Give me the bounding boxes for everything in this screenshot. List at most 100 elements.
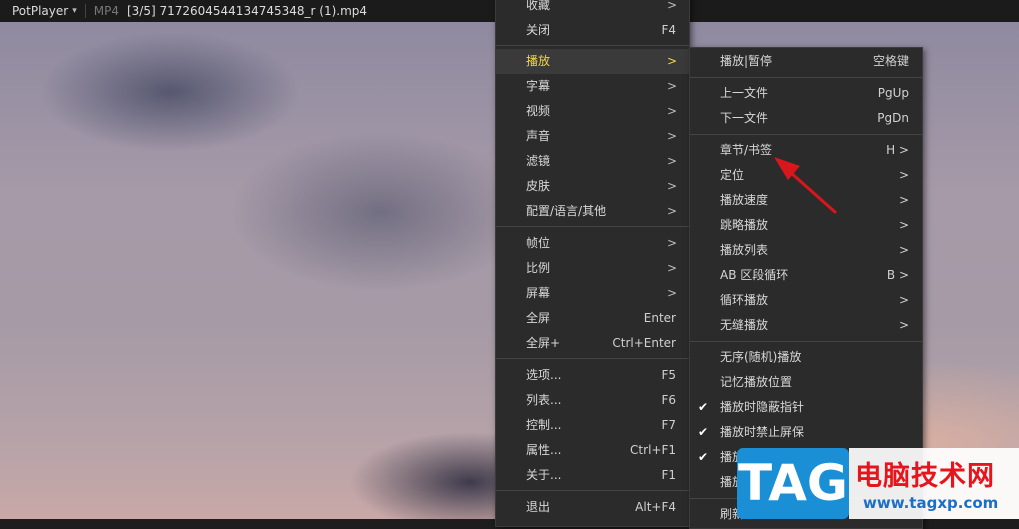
menu-item-label: 播放列表 <box>720 243 769 257</box>
submenu-arrow-icon: > <box>898 168 909 182</box>
menu-item-subtitles[interactable]: 字幕 > <box>496 74 689 99</box>
submenu-item-play-pause[interactable]: 播放|暂停 空格键 <box>690 49 922 74</box>
menu-item-favorites[interactable]: 收藏 > <box>496 0 689 18</box>
menu-item-video[interactable]: 视频 > <box>496 99 689 124</box>
menu-item-label: 帧位 <box>526 236 551 250</box>
file-title: [3/5] 7172604544134745348_r (1).mp4 <box>126 4 368 18</box>
watermark-text-panel: 电脑技术网 www.tagxp.com <box>849 448 1019 519</box>
submenu-item-chapters[interactable]: 章节/书签 H > <box>690 138 922 163</box>
menu-item-control[interactable]: 控制... F7 <box>496 413 689 438</box>
shortcut-label: B > <box>886 268 909 282</box>
menu-item-label: 比例 <box>526 261 551 275</box>
menu-item-label: 配置/语言/其他 <box>526 204 607 218</box>
shortcut-label: 空格键 <box>872 54 909 68</box>
menu-item-about[interactable]: 关于... F1 <box>496 463 689 488</box>
submenu-arrow-icon: > <box>898 193 909 207</box>
menu-item-label: 跳略播放 <box>720 218 769 232</box>
submenu-item-seek[interactable]: 定位 > <box>690 163 922 188</box>
shortcut-label: PgDn <box>877 111 909 125</box>
checkmark-icon: ✔ <box>698 400 709 414</box>
menu-item-label: 选项... <box>526 368 562 382</box>
submenu-arrow-icon: > <box>666 286 677 300</box>
menu-item-options[interactable]: 选项... F5 <box>496 363 689 388</box>
menu-item-label: 播放速度 <box>720 193 769 207</box>
menu-item-label: 字幕 <box>526 79 551 93</box>
submenu-item-prev-file[interactable]: 上一文件 PgUp <box>690 81 922 106</box>
menu-item-label: 循环播放 <box>720 293 769 307</box>
submenu-item-remember-position[interactable]: 记忆播放位置 <box>690 370 922 395</box>
chevron-down-icon[interactable]: ▾ <box>72 6 77 16</box>
shortcut-label: Enter <box>643 311 676 325</box>
menu-item-label: 控制... <box>526 418 562 432</box>
submenu-arrow-icon: > <box>666 204 677 218</box>
menu-item-label: 播放 <box>526 54 551 68</box>
shortcut-label: F6 <box>661 393 676 407</box>
menu-item-label: 列表... <box>526 393 562 407</box>
menu-item-label: 退出 <box>526 500 551 514</box>
watermark-tag: TAG <box>737 448 849 519</box>
menu-item-label: 收藏 <box>526 0 551 12</box>
menu-item-label: 视频 <box>526 104 551 118</box>
menu-item-audio[interactable]: 声音 > <box>496 124 689 149</box>
menu-item-screen[interactable]: 屏幕 > <box>496 281 689 306</box>
submenu-arrow-icon: > <box>666 261 677 275</box>
context-menu: 收藏 > 关闭 F4 播放 > 字幕 > 视频 > 声音 > 滤镜 > 皮肤 >… <box>495 0 690 527</box>
menu-item-label: 声音 <box>526 129 551 143</box>
shortcut-label: Ctrl+F1 <box>630 443 676 457</box>
watermark-title: 电脑技术网 <box>855 461 995 492</box>
shortcut-label: H > <box>886 143 909 157</box>
menu-divider <box>690 77 922 78</box>
menu-divider <box>690 341 922 342</box>
menu-item-ratio[interactable]: 比例 > <box>496 256 689 281</box>
shortcut-label: F1 <box>661 468 676 482</box>
menu-item-label: 皮肤 <box>526 179 551 193</box>
submenu-item-loop[interactable]: 循环播放 > <box>690 288 922 313</box>
app-menu-button[interactable]: PotPlayer <box>12 4 68 18</box>
menu-item-label: 定位 <box>720 168 745 182</box>
menu-divider <box>496 45 689 46</box>
menu-item-label: 全屏+ <box>526 336 561 350</box>
checkmark-icon: ✔ <box>698 425 709 439</box>
submenu-arrow-icon: > <box>666 236 677 250</box>
submenu-arrow-icon: > <box>666 179 677 193</box>
shortcut-label: F4 <box>661 23 676 37</box>
submenu-item-hide-cursor[interactable]: ✔ 播放时隐蔽指针 <box>690 395 922 420</box>
submenu-arrow-icon: > <box>666 54 677 68</box>
menu-item-fullscreen-plus[interactable]: 全屏+ Ctrl+Enter <box>496 331 689 356</box>
menu-item-play[interactable]: 播放 > <box>496 49 689 74</box>
menu-item-close[interactable]: 关闭 F4 <box>496 18 689 43</box>
divider <box>84 4 86 18</box>
submenu-item-playlist[interactable]: 播放列表 > <box>690 238 922 263</box>
menu-item-frame[interactable]: 帧位 > <box>496 231 689 256</box>
submenu-arrow-icon: > <box>666 154 677 168</box>
submenu-item-no-screensaver[interactable]: ✔ 播放时禁止屏保 <box>690 420 922 445</box>
menu-item-label: 无缝播放 <box>720 318 769 332</box>
menu-item-filters[interactable]: 滤镜 > <box>496 149 689 174</box>
submenu-item-shuffle[interactable]: 无序(随机)播放 <box>690 345 922 370</box>
menu-item-skins[interactable]: 皮肤 > <box>496 174 689 199</box>
menu-item-exit[interactable]: 退出 Alt+F4 <box>496 495 689 520</box>
submenu-arrow-icon: > <box>666 0 677 12</box>
submenu-arrow-icon: > <box>898 318 909 332</box>
watermark-logo: TAG 电脑技术网 www.tagxp.com <box>737 448 1019 519</box>
submenu-item-next-file[interactable]: 下一文件 PgDn <box>690 106 922 131</box>
menu-item-label: 滤镜 <box>526 154 551 168</box>
menu-divider <box>496 490 689 491</box>
menu-item-playlist[interactable]: 列表... F6 <box>496 388 689 413</box>
submenu-item-speed[interactable]: 播放速度 > <box>690 188 922 213</box>
menu-divider <box>690 134 922 135</box>
menu-item-label: 记忆播放位置 <box>720 375 793 389</box>
menu-item-properties[interactable]: 属性... Ctrl+F1 <box>496 438 689 463</box>
menu-item-label: 屏幕 <box>526 286 551 300</box>
shortcut-label: F7 <box>661 418 676 432</box>
menu-item-label: 播放时隐蔽指针 <box>720 400 805 414</box>
menu-item-config[interactable]: 配置/语言/其他 > <box>496 199 689 224</box>
shortcut-label: Alt+F4 <box>635 500 676 514</box>
checkmark-icon: ✔ <box>698 450 709 464</box>
submenu-item-skip[interactable]: 跳略播放 > <box>690 213 922 238</box>
submenu-item-ab-loop[interactable]: AB 区段循环 B > <box>690 263 922 288</box>
submenu-arrow-icon: > <box>666 129 677 143</box>
menu-item-label: 播放|暂停 <box>720 54 773 68</box>
submenu-item-gapless[interactable]: 无缝播放 > <box>690 313 922 338</box>
menu-item-fullscreen[interactable]: 全屏 Enter <box>496 306 689 331</box>
